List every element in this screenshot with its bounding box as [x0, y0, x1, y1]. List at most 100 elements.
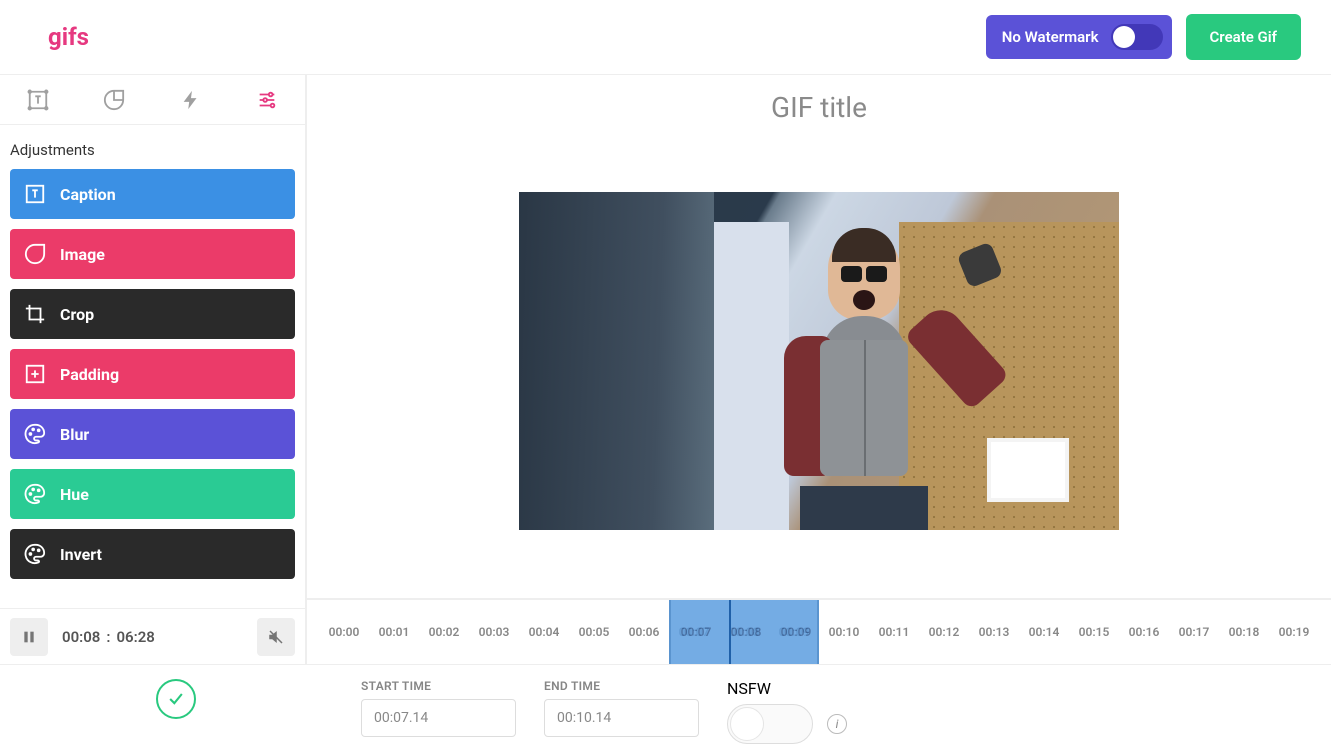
- toggle-track: [1111, 24, 1163, 50]
- sticker-icon: [103, 89, 125, 111]
- adjustments-heading: Adjustments: [10, 137, 295, 169]
- header-actions: No Watermark Create Gif: [986, 14, 1301, 60]
- frame-bg-monitor: [987, 438, 1069, 502]
- text-frame-icon: [27, 89, 49, 111]
- timeline-playhead[interactable]: [729, 600, 731, 664]
- adj-crop[interactable]: Crop: [10, 289, 295, 339]
- frame-head: [828, 232, 900, 320]
- watermark-label: No Watermark: [1002, 28, 1099, 46]
- start-time-field: START TIME: [361, 679, 516, 737]
- nsfw-field: NSFW OFF i: [727, 679, 847, 744]
- app-logo: gifs: [48, 23, 89, 51]
- timeline-tick[interactable]: 00:04: [519, 625, 569, 639]
- adj-label: Blur: [60, 425, 89, 444]
- info-icon[interactable]: i: [827, 714, 847, 734]
- adj-label: Crop: [60, 305, 94, 324]
- palette-icon: [24, 423, 46, 445]
- padding-icon: [24, 363, 46, 385]
- create-gif-button[interactable]: Create Gif: [1186, 14, 1302, 60]
- timeline-selection[interactable]: 00:0700:0800:09: [669, 600, 819, 664]
- text-frame-icon: [24, 183, 46, 205]
- nsfw-label: NSFW: [727, 679, 847, 698]
- adj-label: Caption: [60, 185, 116, 204]
- mute-button[interactable]: [257, 618, 295, 656]
- time-separator: :: [106, 628, 110, 646]
- adj-label: Image: [60, 245, 105, 264]
- end-time-input[interactable]: [544, 699, 699, 737]
- end-time-field: END TIME: [544, 679, 699, 737]
- adj-label: Hue: [60, 485, 89, 504]
- timeline-tick[interactable]: 00:13: [969, 625, 1019, 639]
- frame-zip: [864, 340, 866, 476]
- check-icon: [166, 689, 186, 709]
- done-button[interactable]: [156, 679, 196, 719]
- timeline-tick[interactable]: 00:14: [1019, 625, 1069, 639]
- timeline-tick[interactable]: 00:11: [869, 625, 919, 639]
- timeline-tick[interactable]: 00:01: [369, 625, 419, 639]
- adj-hue[interactable]: Hue: [10, 469, 295, 519]
- pause-button[interactable]: [10, 618, 48, 656]
- crop-icon: [24, 303, 46, 325]
- start-time-input[interactable]: [361, 699, 516, 737]
- sidebar: Adjustments Caption Image Crop Padding B…: [0, 75, 307, 664]
- gif-title[interactable]: GIF title: [307, 75, 1331, 124]
- nsfw-knob: [730, 707, 764, 741]
- done-column: [18, 679, 333, 719]
- timeline-tick[interactable]: 00:06: [619, 625, 669, 639]
- adjustments-list[interactable]: Adjustments Caption Image Crop Padding B…: [0, 125, 305, 608]
- timeline-tick[interactable]: 00:02: [419, 625, 469, 639]
- current-time: 00:08: [62, 628, 100, 646]
- tab-effects[interactable]: [153, 75, 229, 124]
- adj-caption[interactable]: Caption: [10, 169, 295, 219]
- sidebar-tabs: [0, 75, 305, 125]
- timeline-tick[interactable]: 00:00: [319, 625, 369, 639]
- timeline-tick[interactable]: 00:12: [919, 625, 969, 639]
- timeline-tick[interactable]: 00:10: [819, 625, 869, 639]
- timeline-tick[interactable]: 00:16: [1119, 625, 1169, 639]
- end-time-label: END TIME: [544, 679, 699, 693]
- playback-time: 00:08 : 06:28: [62, 628, 243, 646]
- timeline-tick[interactable]: 00:18: [1219, 625, 1269, 639]
- adj-blur[interactable]: Blur: [10, 409, 295, 459]
- palette-icon: [24, 483, 46, 505]
- preview-canvas: [307, 124, 1331, 598]
- preview-panel: GIF title: [307, 75, 1331, 664]
- timeline-tick[interactable]: 00:17: [1169, 625, 1219, 639]
- playback-bar: 00:08 : 06:28: [0, 608, 305, 664]
- total-time: 06:28: [116, 628, 154, 646]
- adj-label: Padding: [60, 365, 119, 384]
- frame-sunglasses: [838, 266, 890, 284]
- timeline-tick[interactable]: 00:03: [469, 625, 519, 639]
- mute-icon: [267, 628, 285, 646]
- tab-adjustments[interactable]: [229, 75, 305, 124]
- sticker-icon: [24, 243, 46, 265]
- nsfw-row: OFF i: [727, 704, 847, 744]
- frame-mouth: [853, 290, 875, 310]
- main-area: Adjustments Caption Image Crop Padding B…: [0, 75, 1331, 664]
- toggle-knob: [1113, 26, 1135, 48]
- start-time-label: START TIME: [361, 679, 516, 693]
- adj-image[interactable]: Image: [10, 229, 295, 279]
- tab-sticker[interactable]: [76, 75, 152, 124]
- palette-icon: [24, 543, 46, 565]
- bolt-icon: [180, 89, 202, 111]
- frame-legs: [800, 486, 928, 530]
- timeline-tick[interactable]: 00:05: [569, 625, 619, 639]
- adj-label: Invert: [60, 545, 102, 564]
- frame-torso: [784, 316, 944, 476]
- frame-hair: [832, 228, 896, 262]
- pause-icon: [21, 629, 37, 645]
- watermark-toggle[interactable]: No Watermark: [986, 15, 1172, 59]
- adj-invert[interactable]: Invert: [10, 529, 295, 579]
- frame-person: [754, 232, 974, 530]
- video-frame[interactable]: [519, 192, 1119, 530]
- app-header: gifs No Watermark Create Gif: [0, 0, 1331, 75]
- nsfw-toggle[interactable]: OFF: [727, 704, 813, 744]
- timeline-tick[interactable]: 00:19: [1269, 625, 1319, 639]
- bottom-controls: START TIME END TIME NSFW OFF i: [0, 664, 1331, 744]
- timeline[interactable]: 00:0000:0100:0200:0300:0400:0500:0600:07…: [307, 598, 1331, 664]
- frame-bg-door: [519, 192, 714, 530]
- tab-caption[interactable]: [0, 75, 76, 124]
- adj-padding[interactable]: Padding: [10, 349, 295, 399]
- timeline-tick[interactable]: 00:15: [1069, 625, 1119, 639]
